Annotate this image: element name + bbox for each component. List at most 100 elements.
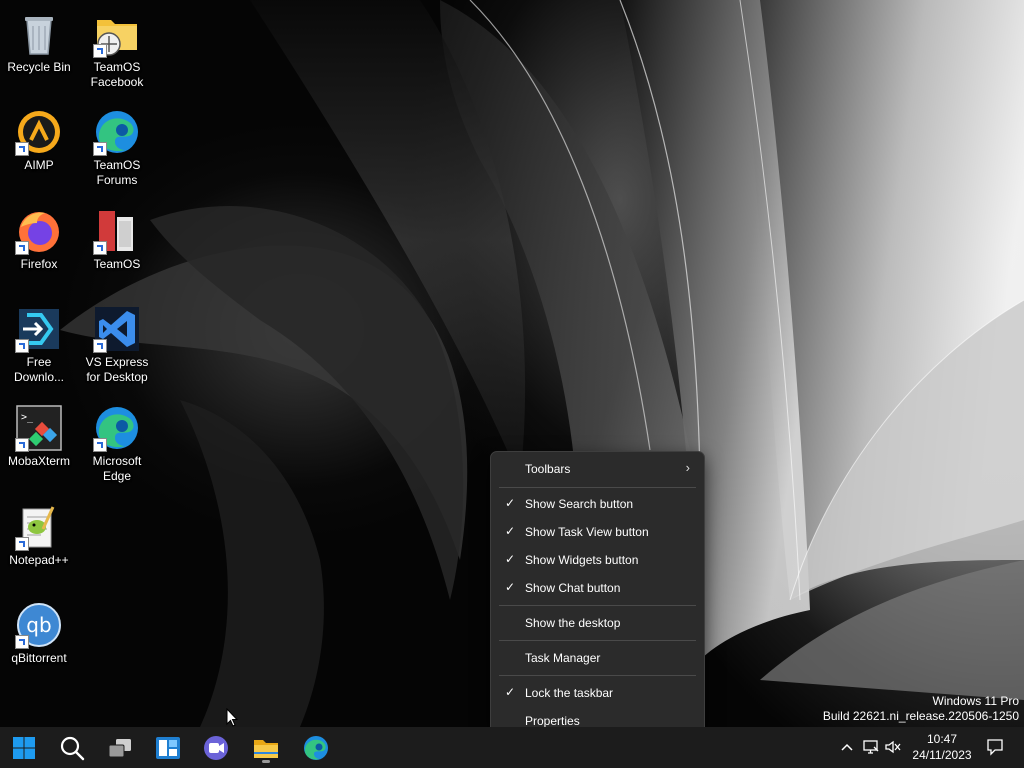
chat-button[interactable]	[200, 732, 232, 764]
firefox-icon	[15, 207, 63, 255]
menu-item-show-search-button[interactable]: ✓ Show Search button	[495, 490, 700, 518]
desktop-icon-firefox[interactable]: Firefox	[0, 207, 78, 272]
desktop-icon-free-download-manager[interactable]: Free Downlo...	[0, 305, 78, 385]
menu-item-label: Task Manager	[525, 651, 601, 665]
desktop-icon-label: Free Downlo...	[13, 355, 65, 384]
menu-item-label: Show Widgets button	[525, 553, 639, 567]
desktop-icon-label: MobaXterm	[7, 454, 71, 468]
edge-icon	[93, 108, 141, 156]
network-icon	[863, 740, 879, 754]
taskbar-context-menu: Toolbars › ✓ Show Search button ✓ Show T…	[490, 451, 705, 738]
desktop-icon-teamos-facebook[interactable]: TeamOS Facebook	[78, 10, 156, 90]
qbittorrent-icon: qb	[15, 601, 63, 649]
desktop-icon-label: qBittorrent	[11, 651, 67, 665]
desktop-icon-recycle-bin[interactable]: Recycle Bin	[0, 10, 78, 75]
desktop-icon-label: Microsoft Edge	[92, 454, 142, 483]
menu-separator	[499, 675, 696, 676]
shortcut-arrow-icon	[93, 44, 107, 58]
desktop-icon-label: VS Express for Desktop	[85, 355, 149, 384]
desktop-icon-label: Recycle Bin	[7, 60, 71, 74]
start-icon	[13, 737, 35, 759]
shortcut-arrow-icon	[15, 339, 29, 353]
menu-item-toolbars[interactable]: Toolbars ›	[495, 455, 700, 483]
folder-icon	[93, 10, 141, 58]
widgets-icon	[156, 737, 180, 759]
file-explorer-button[interactable]	[250, 732, 282, 764]
teamos-icon	[93, 207, 141, 255]
clock-time: 10:47	[926, 732, 958, 746]
edge-taskbar-button[interactable]	[300, 732, 332, 764]
start-button[interactable]	[8, 732, 40, 764]
menu-item-show-widgets-button[interactable]: ✓ Show Widgets button	[495, 546, 700, 574]
desktop-icon-aimp[interactable]: AIMP	[0, 108, 78, 173]
menu-item-task-manager[interactable]: Task Manager	[495, 644, 700, 672]
desktop-icon-label: Notepad++	[9, 553, 69, 567]
windows-build-watermark: Windows 11 Pro Build 22621.ni_release.22…	[823, 694, 1019, 724]
watermark-edition: Windows 11 Pro	[932, 694, 1019, 708]
menu-item-label: Show the desktop	[525, 616, 621, 630]
mouse-cursor-icon	[226, 708, 238, 727]
chevron-up-icon	[841, 743, 853, 751]
running-indicator	[262, 760, 270, 763]
menu-item-show-task-view-button[interactable]: ✓ Show Task View button	[495, 518, 700, 546]
menu-item-lock-the-taskbar[interactable]: ✓ Lock the taskbar	[495, 679, 700, 707]
visual-studio-icon	[93, 305, 141, 353]
notification-center-button[interactable]	[986, 738, 1004, 756]
desktop-icon-teamos-forums[interactable]: TeamOS Forums	[78, 108, 156, 188]
mobaxterm-icon: >_	[15, 404, 63, 452]
task-view-icon	[108, 739, 131, 758]
svg-text:>_: >_	[21, 412, 34, 423]
aimp-icon	[15, 108, 63, 156]
desktop-icon-teamos[interactable]: TeamOS	[78, 207, 156, 272]
shortcut-arrow-icon	[93, 438, 107, 452]
check-icon: ✓	[505, 524, 516, 538]
shortcut-arrow-icon	[93, 241, 107, 255]
clock-date: 24/11/2023	[912, 748, 972, 762]
edge-icon	[93, 404, 141, 452]
show-hidden-icons-button[interactable]	[838, 738, 856, 756]
menu-item-label: Show Task View button	[525, 525, 649, 539]
task-view-button[interactable]	[104, 732, 136, 764]
desktop-icon-label: TeamOS Forums	[93, 158, 141, 187]
desktop-icon-label: TeamOS Facebook	[90, 60, 144, 89]
check-icon: ✓	[505, 580, 516, 594]
search-button[interactable]	[56, 732, 88, 764]
check-icon: ✓	[505, 685, 516, 699]
menu-item-show-chat-button[interactable]: ✓ Show Chat button	[495, 574, 700, 602]
widgets-button[interactable]	[152, 732, 184, 764]
menu-separator	[499, 605, 696, 606]
menu-separator	[499, 487, 696, 488]
desktop-icon-qbittorrent[interactable]: qb qBittorrent	[0, 601, 78, 666]
desktop[interactable]: Recycle Bin TeamOS Facebook AIMP TeamOS …	[0, 0, 1024, 768]
network-button[interactable]	[862, 738, 880, 756]
menu-item-label: Show Search button	[525, 497, 634, 511]
desktop-icon-mobaxterm[interactable]: >_ MobaXterm	[0, 404, 78, 469]
watermark-build: Build 22621.ni_release.220506-1250	[822, 709, 1019, 723]
free-download-manager-icon	[15, 305, 63, 353]
edge-icon	[304, 736, 328, 760]
shortcut-arrow-icon	[93, 142, 107, 156]
shortcut-arrow-icon	[15, 142, 29, 156]
recycle-bin-icon	[15, 10, 63, 58]
chat-icon	[204, 736, 228, 760]
notepad-plus-plus-icon	[15, 503, 63, 551]
search-icon	[60, 736, 85, 761]
check-icon: ✓	[505, 552, 516, 566]
desktop-icon-label: AIMP	[24, 158, 54, 172]
shortcut-arrow-icon	[15, 438, 29, 452]
notification-icon	[987, 739, 1003, 756]
taskbar[interactable]: 10:47 24/11/2023	[0, 727, 1024, 768]
chevron-right-icon: ›	[685, 460, 690, 475]
desktop-icon-label: Firefox	[20, 257, 58, 271]
desktop-icon-notepad-plus-plus[interactable]: Notepad++	[0, 503, 78, 568]
menu-separator	[499, 640, 696, 641]
menu-item-show-the-desktop[interactable]: Show the desktop	[495, 609, 700, 637]
svg-text:qb: qb	[26, 613, 51, 637]
shortcut-arrow-icon	[93, 339, 107, 353]
desktop-icon-label: TeamOS	[93, 257, 141, 271]
clock-button[interactable]: 10:47 24/11/2023	[900, 731, 984, 763]
shortcut-arrow-icon	[15, 537, 29, 551]
menu-item-label: Toolbars	[525, 462, 571, 476]
desktop-icon-microsoft-edge[interactable]: Microsoft Edge	[78, 404, 156, 484]
desktop-icon-vs-express[interactable]: VS Express for Desktop	[78, 305, 156, 385]
